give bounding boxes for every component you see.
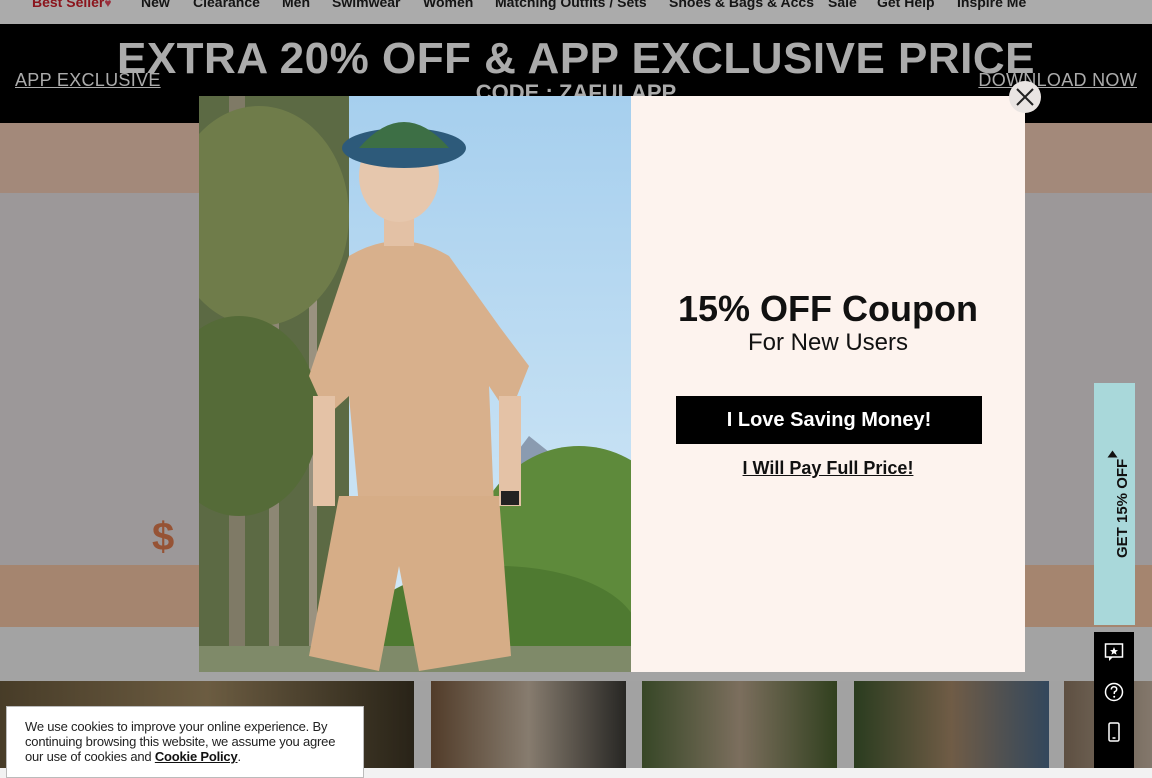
review-star-icon: [1104, 643, 1124, 661]
close-modal-button[interactable]: [1009, 81, 1041, 113]
help-circle-icon: [1104, 682, 1124, 702]
side-tab-label: GET 15% OFF: [1114, 458, 1131, 558]
cookie-policy-link[interactable]: Cookie Policy: [155, 749, 238, 764]
cookie-notice-text: We use cookies to improve your online ex…: [25, 719, 355, 764]
app-download-button[interactable]: [1094, 712, 1134, 752]
close-icon: [1016, 88, 1034, 106]
accept-coupon-button[interactable]: I Love Saving Money!: [676, 396, 982, 444]
get-coupon-side-tab[interactable]: GET 15% OFF: [1094, 383, 1135, 625]
model-photo: [199, 96, 631, 672]
cookie-period: .: [237, 749, 241, 764]
decline-coupon-link[interactable]: I Will Pay Full Price!: [631, 458, 1025, 479]
coupon-subtitle: For New Users: [747, 329, 909, 356]
coupon-title: 15% OFF Coupon: [678, 288, 978, 329]
mobile-phone-icon: [1108, 722, 1120, 742]
coupon-modal: 15% OFF Coupon For New Users I Love Savi…: [199, 96, 1025, 672]
side-toolbar: [1094, 632, 1134, 768]
help-button[interactable]: [1094, 672, 1134, 712]
coupon-panel: 15% OFF Coupon For New Users I Love Savi…: [631, 96, 1025, 672]
model-photo-illustration: [199, 96, 631, 672]
review-button[interactable]: [1094, 632, 1134, 672]
cookie-notice: We use cookies to improve your online ex…: [6, 706, 364, 778]
expand-arrow-icon: [1107, 450, 1118, 458]
